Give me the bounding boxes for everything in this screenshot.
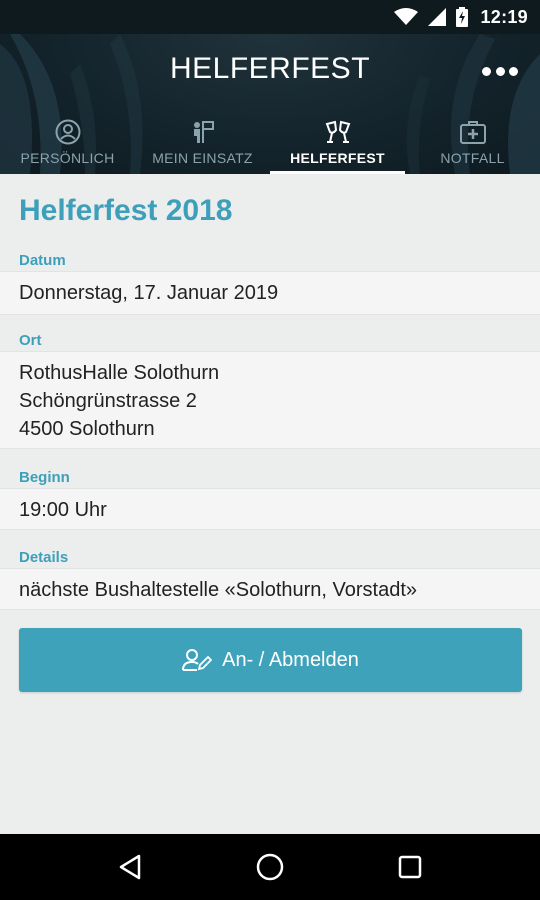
helper-sign-icon [188,118,218,146]
ort-line: RothusHalle Solothurn [19,362,220,384]
datum-value: Donnerstag, 17. Januar 2019 [0,271,540,315]
beginn-value: 19:00 Uhr [0,488,540,530]
home-icon [256,853,284,881]
home-button[interactable] [250,847,290,887]
tab-label: NOTFALL [440,150,505,166]
signup-button-label: An- / Abmelden [222,648,359,671]
recents-button[interactable] [390,847,430,887]
tab-label: HELFERFEST [290,150,385,166]
tab-bar: PERSÖNLICH MEIN EINSATZ HELFERFEST NOTFA… [0,110,540,174]
ort-line: Schöngrünstrasse 2 [19,390,197,412]
tab-helferfest[interactable]: HELFERFEST [270,110,405,174]
datum-label: Datum [19,252,66,269]
more-dots-icon [482,66,491,76]
details-value: nächste Bushaltestelle «Solothurn, Vorst… [0,568,540,610]
tab-notfall[interactable]: NOTFALL [405,110,540,174]
event-detail: Helferfest 2018 Datum Donnerstag, 17. Ja… [0,174,540,834]
user-edit-icon [182,648,213,672]
tab-label: PERSÖNLICH [20,150,115,166]
beginn-text: 19:00 Uhr [19,499,107,521]
app-title: HELFERFEST [169,52,371,85]
status-bar: 12:19 [0,0,540,34]
details-text: nächste Bushaltestelle «Solothurn, Vorst… [19,579,418,601]
datum-text: Donnerstag, 17. Januar 2019 [19,282,279,304]
status-time: 12:19 [480,6,528,27]
ort-value: RothusHalle Solothurn Schöngrünstrasse 2… [0,351,540,449]
person-circle-icon [53,118,83,146]
ort-label: Ort [19,332,42,349]
app-header: HELFERFEST PERSÖNLICH MEIN EINSATZ HELFE… [0,34,540,174]
back-button[interactable] [110,847,150,887]
first-aid-kit-icon [458,118,488,146]
more-options-button[interactable] [482,58,518,84]
wifi-icon [394,8,419,26]
recents-icon [398,855,422,879]
ort-line: 4500 Solothurn [19,418,155,440]
back-icon [119,854,141,880]
tab-persoenlich[interactable]: PERSÖNLICH [0,110,135,174]
details-label: Details [19,549,69,566]
cheers-glasses-icon [323,118,353,146]
beginn-label: Beginn [19,469,70,486]
navigation-bar [0,834,540,900]
page-title: Helferfest 2018 [19,194,233,227]
signup-button[interactable]: An- / Abmelden [19,628,522,692]
tab-label: MEIN EINSATZ [152,150,253,166]
tab-mein-einsatz[interactable]: MEIN EINSATZ [135,110,270,174]
signal-icon [428,8,447,26]
battery-charging-icon [456,7,469,27]
